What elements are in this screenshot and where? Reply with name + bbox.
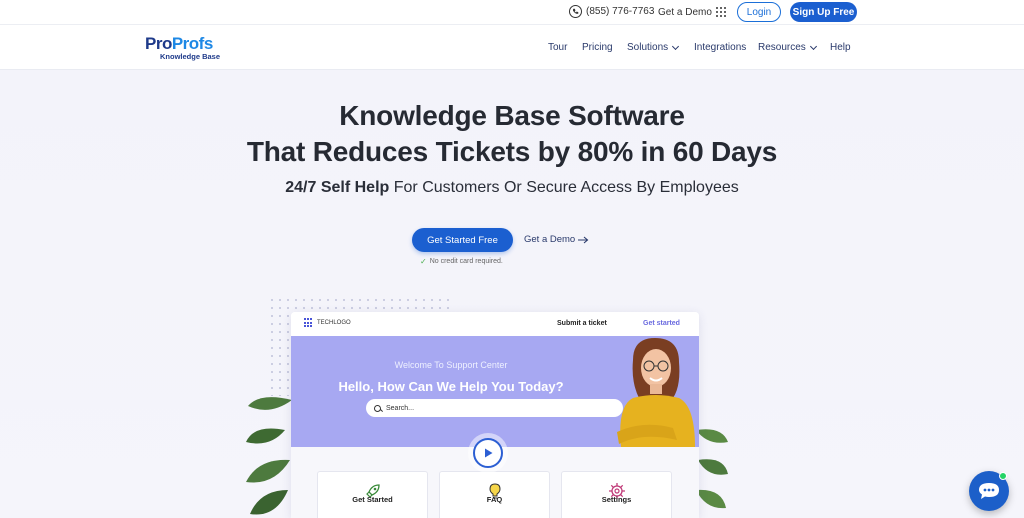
preview-header: TECHLOGO Submit a ticket Get started	[291, 312, 699, 336]
preview-banner: Welcome To Support Center Hello, How Can…	[291, 336, 699, 447]
nav-item-tour[interactable]: Tour	[548, 42, 567, 53]
phone-number: (855) 776-7763	[586, 6, 655, 17]
knowledge-base-preview: TECHLOGO Submit a ticket Get started Wel…	[291, 312, 699, 518]
chevron-down-icon	[672, 42, 680, 50]
support-agent-photo	[617, 338, 695, 447]
tech-logo-icon	[304, 318, 314, 328]
nav-item-label: Integrations	[694, 42, 747, 53]
chat-bubble-icon	[979, 483, 999, 499]
check-icon: ✓	[420, 257, 427, 266]
online-status-dot	[999, 472, 1007, 480]
proprofs-logo[interactable]: ProProfs Knowledge Base	[145, 35, 220, 61]
hero-subtitle-bold: 24/7 Self Help	[285, 179, 390, 196]
top-get-demo-link[interactable]: Get a Demo	[658, 7, 712, 18]
login-button[interactable]: Login	[737, 2, 781, 22]
no-credit-card-text: No credit card required.	[429, 258, 503, 265]
tile-label: Settings	[601, 495, 632, 504]
preview-welcome-text: Welcome To Support Center	[394, 360, 508, 370]
nav-item-integrations[interactable]: Integrations	[694, 42, 746, 53]
logo-brand-part-1: Pro	[145, 34, 172, 53]
nav-item-label: Help	[830, 42, 851, 53]
preview-hello-heading: Hello, How Can We Help You Today?	[338, 379, 564, 394]
top-utility-bar: (855) 776-7763 Get a Demo Login Sign Up …	[0, 0, 1024, 25]
hero-get-demo-link[interactable]: Get a Demo	[524, 234, 589, 245]
nav-item-label: Resources	[758, 42, 806, 53]
search-icon	[374, 404, 381, 412]
play-video-button[interactable]	[473, 438, 503, 468]
hero-title-line-2: That Reduces Tickets by 80% in 60 Days	[246, 136, 778, 167]
preview-tile-get-started[interactable]: Get Started	[317, 471, 428, 518]
hero-subtitle-rest: For Customers Or Secure Access By Employ…	[389, 179, 739, 196]
preview-search-input[interactable]: Search...	[366, 399, 623, 417]
preview-tile-faq[interactable]: FAQ	[439, 471, 550, 518]
nav-item-help[interactable]: Help	[830, 42, 851, 53]
hero-title-line-1: Knowledge Base Software	[339, 100, 685, 131]
tile-label: Get Started	[352, 495, 393, 504]
nav-item-solutions[interactable]: Solutions	[627, 42, 680, 53]
chat-widget-button[interactable]	[969, 471, 1009, 511]
nav-item-resources[interactable]: Resources	[758, 42, 817, 53]
tile-label: FAQ	[486, 495, 503, 504]
arrow-right-icon	[578, 236, 589, 243]
nav-item-pricing[interactable]: Pricing	[582, 42, 613, 53]
signup-button[interactable]: Sign Up Free	[790, 2, 857, 22]
preview-tech-logo: TECHLOGO	[304, 318, 351, 328]
tech-logo-text: TECHLOGO	[317, 320, 351, 326]
no-credit-card-note: ✓ No credit card required.	[420, 257, 503, 266]
phone-icon	[569, 5, 582, 18]
search-placeholder: Search...	[386, 404, 415, 412]
hero-subtitle: 24/7 Self Help For Customers Or Secure A…	[0, 179, 1024, 197]
main-navbar: ProProfs Knowledge Base Tour Pricing Sol…	[0, 25, 1024, 70]
preview-submit-ticket-link[interactable]: Submit a ticket	[557, 320, 607, 327]
hero-get-demo-label: Get a Demo	[524, 234, 576, 245]
apps-grid-icon[interactable]	[716, 7, 726, 17]
preview-tile-settings[interactable]: Settings	[561, 471, 672, 518]
preview-get-started-link[interactable]: Get started	[643, 320, 680, 327]
get-started-free-button[interactable]: Get Started Free	[412, 228, 513, 252]
nav-item-label: Tour	[548, 42, 568, 53]
play-icon	[485, 448, 493, 458]
nav-item-label: Solutions	[627, 42, 669, 53]
phone-link[interactable]: (855) 776-7763	[569, 5, 654, 18]
nav-item-label: Pricing	[582, 42, 613, 53]
logo-brand-part-2: Profs	[171, 34, 213, 53]
chevron-down-icon	[809, 42, 817, 50]
logo-subtitle: Knowledge Base	[160, 52, 221, 61]
